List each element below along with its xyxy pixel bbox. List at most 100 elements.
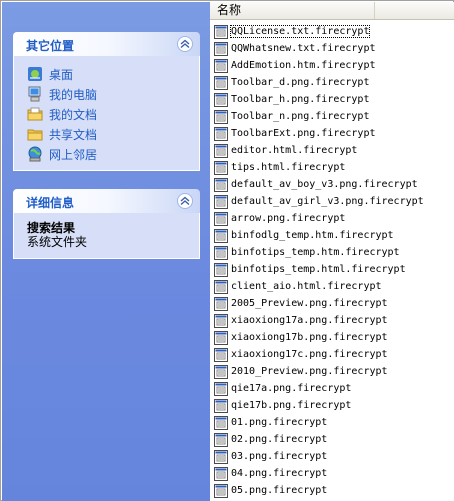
file-row[interactable]: QQWhatsnew.txt.firecrypt [210, 40, 454, 57]
file-icon [214, 92, 228, 107]
file-icon [214, 415, 228, 430]
network-places-icon [27, 146, 43, 162]
file-name: 03.png.firecrypt [231, 451, 328, 462]
file-row[interactable]: default_av_boy_v3.png.firecrypt [210, 176, 454, 193]
file-name: binfodlg_temp.htm.firecrypt [231, 230, 394, 241]
file-icon [214, 381, 228, 396]
file-name: AddEmotion.htm.firecrypt [231, 60, 376, 71]
file-icon [214, 143, 228, 158]
place-my-documents[interactable]: 我的文档 [27, 104, 199, 124]
file-name: tips.html.firecrypt [231, 162, 346, 173]
file-row[interactable]: arrow.png.firecrypt [210, 210, 454, 227]
place-shared-documents-label: 共享文档 [49, 127, 98, 142]
chevron-up-icon [180, 196, 190, 206]
file-list-view: 名称 QQLicense.txt.firecrypt QQWhatsnew.txt… [210, 2, 454, 501]
file-icon [214, 466, 228, 481]
my-documents-icon [27, 106, 43, 122]
file-name: 2005_Preview.png.firecrypt [231, 298, 388, 309]
other-places-panel: 其它位置 桌面 我的电脑 我的文档 共享文档 网上邻居 [13, 32, 200, 171]
place-desktop-label: 桌面 [49, 67, 74, 82]
other-places-header[interactable]: 其它位置 [13, 32, 200, 56]
file-icon [214, 364, 228, 379]
file-row[interactable]: client_aio.html.firecrypt [210, 278, 454, 295]
file-row[interactable]: tips.html.firecrypt [210, 159, 454, 176]
file-icon [214, 449, 228, 464]
place-network[interactable]: 网上邻居 [27, 144, 199, 164]
place-network-label: 网上邻居 [49, 147, 98, 162]
file-name: Toolbar_d.png.firecrypt [231, 77, 370, 88]
file-name: 04.png.firecrypt [231, 468, 328, 479]
file-row[interactable]: editor.html.firecrypt [210, 142, 454, 159]
collapse-other-places-button[interactable] [177, 36, 193, 52]
details-title: 详细信息 [26, 196, 75, 210]
file-name: 01.png.firecrypt [231, 417, 328, 428]
file-row[interactable]: AddEmotion.htm.firecrypt [210, 57, 454, 74]
place-desktop[interactable]: 桌面 [27, 64, 199, 84]
file-row[interactable]: binfodlg_temp.htm.firecrypt [210, 227, 454, 244]
file-icon [214, 279, 228, 294]
column-name-header[interactable]: 名称 [210, 2, 375, 19]
file-row[interactable]: ToolbarExt.png.firecrypt [210, 125, 454, 142]
other-places-title: 其它位置 [26, 39, 75, 53]
file-name: editor.html.firecrypt [231, 145, 358, 156]
file-icon [214, 262, 228, 277]
file-name: 2010_Preview.png.firecrypt [231, 366, 388, 377]
file-row[interactable]: 04.png.firecrypt [210, 465, 454, 482]
desktop-icon [27, 66, 43, 82]
file-row[interactable]: Toolbar_h.png.firecrypt [210, 91, 454, 108]
file-row[interactable]: 2010_Preview.png.firecrypt [210, 363, 454, 380]
file-row[interactable]: xiaoxiong17b.png.firecrypt [210, 329, 454, 346]
collapse-details-button[interactable] [177, 193, 193, 209]
file-name: xiaoxiong17c.png.firecrypt [231, 349, 388, 360]
file-icon [214, 483, 228, 498]
file-row[interactable]: xiaoxiong17c.png.firecrypt [210, 346, 454, 363]
file-row[interactable]: qie17a.png.firecrypt [210, 380, 454, 397]
file-icon [214, 398, 228, 413]
file-name: binfotips_temp.html.firecrypt [231, 264, 406, 275]
file-row[interactable]: binfotips_temp.htm.firecrypt [210, 244, 454, 261]
file-name: Toolbar_n.png.firecrypt [231, 111, 370, 122]
file-icon [214, 296, 228, 311]
file-row[interactable]: QQLicense.txt.firecrypt [210, 23, 454, 40]
file-row[interactable]: Toolbar_n.png.firecrypt [210, 108, 454, 125]
file-icon [214, 432, 228, 447]
file-row[interactable]: 2005_Preview.png.firecrypt [210, 295, 454, 312]
file-name: ToolbarExt.png.firecrypt [231, 128, 376, 139]
file-row[interactable]: 01.png.firecrypt [210, 414, 454, 431]
file-name: default_av_boy_v3.png.firecrypt [231, 179, 418, 190]
file-icon [214, 245, 228, 260]
details-name: 搜索结果 [27, 221, 76, 235]
details-panel: 详细信息 搜索结果 系统文件夹 [13, 189, 200, 259]
file-name: xiaoxiong17b.png.firecrypt [231, 332, 388, 343]
place-my-computer-label: 我的电脑 [49, 87, 98, 102]
file-name: xiaoxiong17a.png.firecrypt [231, 315, 388, 326]
file-icon [214, 58, 228, 73]
file-name: Toolbar_h.png.firecrypt [231, 94, 370, 105]
file-icon [214, 194, 228, 209]
shared-folder-icon [27, 126, 43, 142]
file-icon [214, 160, 228, 175]
file-name: client_aio.html.firecrypt [231, 281, 382, 292]
file-rows: QQLicense.txt.firecrypt QQWhatsnew.txt.fi… [210, 20, 454, 499]
file-row[interactable]: 03.png.firecrypt [210, 448, 454, 465]
file-name: 02.png.firecrypt [231, 434, 328, 445]
file-icon [214, 24, 228, 39]
file-icon [214, 347, 228, 362]
file-row[interactable]: Toolbar_d.png.firecrypt [210, 74, 454, 91]
file-name: qie17b.png.firecrypt [231, 400, 352, 411]
details-body: 搜索结果 系统文件夹 [13, 213, 200, 259]
file-name: QQWhatsnew.txt.firecrypt [231, 43, 376, 54]
file-row[interactable]: qie17b.png.firecrypt [210, 397, 454, 414]
chevron-up-icon [180, 39, 190, 49]
file-row[interactable]: default_av_girl_v3.png.firecrypt [210, 193, 454, 210]
place-shared-documents[interactable]: 共享文档 [27, 124, 199, 144]
file-icon [214, 109, 228, 124]
file-row[interactable]: binfotips_temp.html.firecrypt [210, 261, 454, 278]
file-row[interactable]: 02.png.firecrypt [210, 431, 454, 448]
details-header[interactable]: 详细信息 [13, 189, 200, 213]
file-name: QQLicense.txt.firecrypt [229, 25, 371, 38]
file-row[interactable]: xiaoxiong17a.png.firecrypt [210, 312, 454, 329]
other-places-list: 桌面 我的电脑 我的文档 共享文档 网上邻居 [13, 56, 200, 171]
file-row[interactable]: 05.png.firecrypt [210, 482, 454, 499]
place-my-computer[interactable]: 我的电脑 [27, 84, 199, 104]
